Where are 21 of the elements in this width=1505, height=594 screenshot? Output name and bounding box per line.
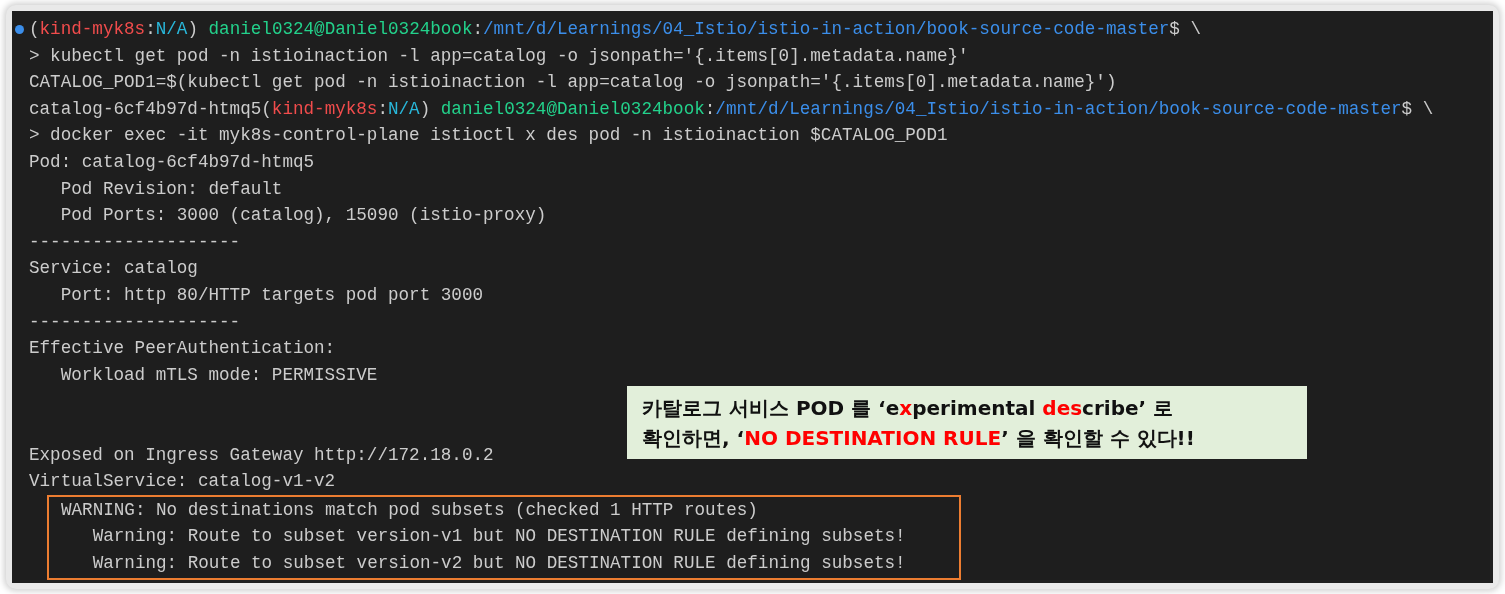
warning-line: Warning: Route to subset version-v2 but NO DESTINATION RULE defining subsets! [91, 551, 906, 575]
terminal-line: -------------------- [29, 310, 241, 334]
terminal-line: (kind-myk8s:N/A) daniel0324@Daniel0324book:/mnt/d/Learnings/04_Istio/istio-in-action/book-source-code-master$ \ [29, 18, 1201, 41]
terminal-line: Effective PeerAuthentication: [29, 337, 336, 361]
terminal-line: > docker exec -it myk8s-control-plane istioctl x des pod -n istioinaction $CATALOG_POD1 [29, 124, 948, 148]
terminal-line: Exposed on Ingress Gateway http://172.18.0.2 [29, 443, 494, 467]
terminal-line: Workload mTLS mode: PERMISSIVE [59, 363, 378, 387]
terminal-line: Port: http 80/HTTP targets pod port 3000 [59, 283, 483, 307]
terminal-line: Service: catalog [29, 257, 198, 281]
terminal-line: Pod Ports: 3000 (catalog), 15090 (istio-proxy) [59, 204, 547, 228]
callout-text: 확인하면, ‘NO DESTINATION RULE’ 을 확인할 수 있다!! [642, 425, 1195, 452]
callout-text: 카탈로그 서비스 POD 를 ‘experimental describe’ 로 [642, 395, 1174, 422]
terminal-line: catalog-6cf4b97d-htmq5(kind-myk8s:N/A) daniel0324@Daniel0324book:/mnt/d/Learnings/04_Istio/istio-in-action/book-source-code-master$ \ [29, 97, 1434, 121]
terminal-line: Pod Revision: default [59, 177, 283, 201]
terminal-line: -------------------- [29, 230, 241, 254]
terminal-line: VirtualService: catalog-v1-v2 [29, 470, 336, 494]
warning-line: Warning: Route to subset version-v1 but NO DESTINATION RULE defining subsets! [91, 525, 906, 549]
warning-line: WARNING: No destinations match pod subsets (checked 1 HTTP routes) [61, 498, 758, 522]
terminal-line: Pod: catalog-6cf4b97d-htmq5 [29, 150, 315, 174]
terminal-line: CATALOG_POD1=$(kubectl get pod -n istioinaction -l app=catalog -o jsonpath='{.items[0].metadata.name}') [29, 71, 1117, 95]
terminal-line: > kubectl get pod -n istioinaction -l app=catalog -o jsonpath='{.items[0].metadata.name}' [29, 44, 969, 68]
